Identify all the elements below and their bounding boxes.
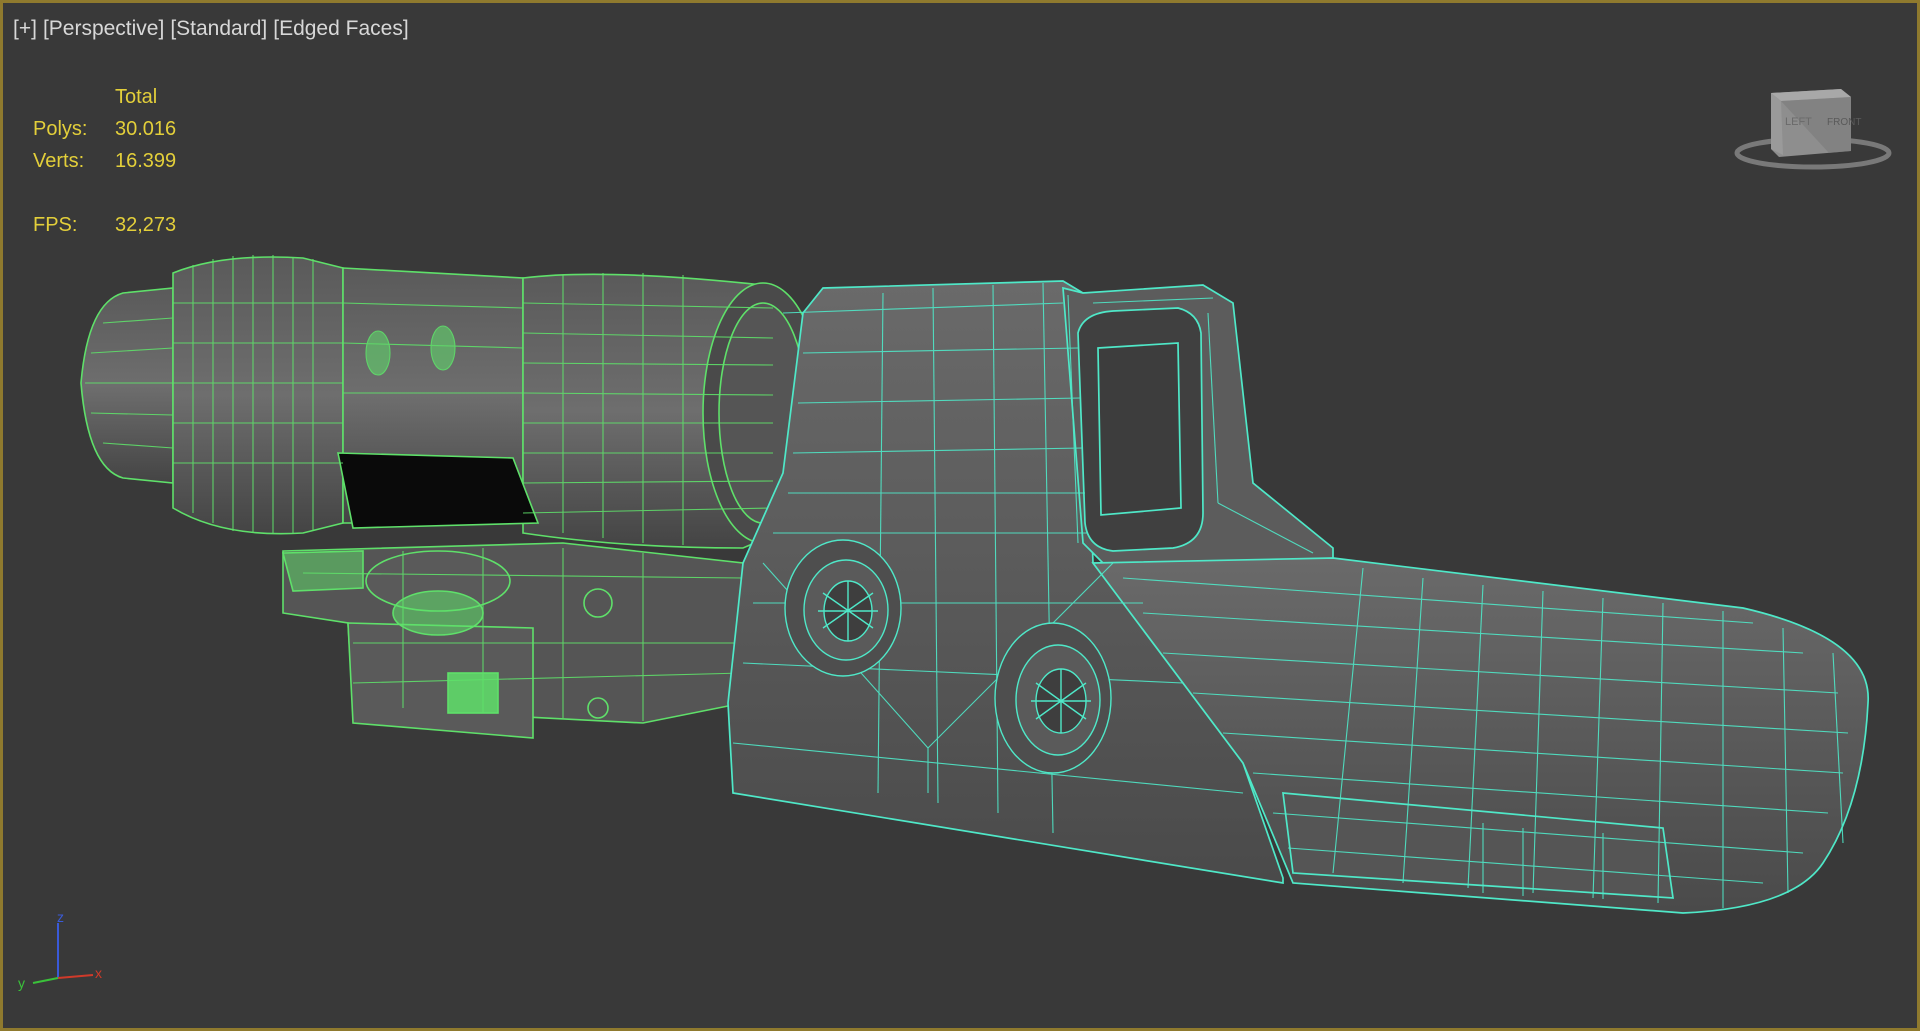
viewcube-left-face: LEFT xyxy=(1785,116,1812,128)
viewcube-front-face: FRONT xyxy=(1827,117,1861,128)
viewcube-widget[interactable]: LEFT FRONT xyxy=(1733,83,1893,183)
windage-knob xyxy=(784,539,902,677)
viewport-perspective[interactable]: [+] [Perspective] [Standard] [Edged Face… xyxy=(0,0,1920,1031)
axis-z-label: z xyxy=(57,909,64,925)
magnifier-mesh[interactable] xyxy=(80,256,824,739)
axis-y-label: y xyxy=(18,975,25,991)
axis-tripod: z x y xyxy=(18,909,102,991)
elevation-knob xyxy=(994,622,1112,774)
wireframe-model[interactable] xyxy=(3,3,1917,1028)
axis-x-label: x xyxy=(95,965,102,981)
